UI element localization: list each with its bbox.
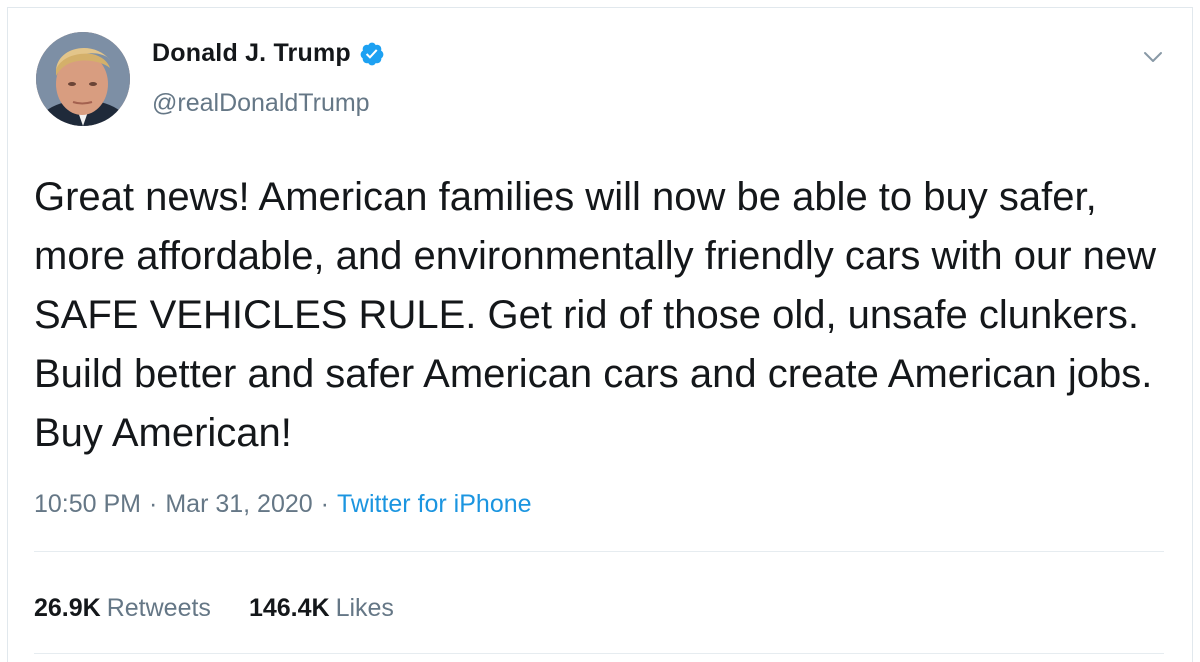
tweet-source-link[interactable]: Twitter for iPhone xyxy=(337,490,532,519)
likes-stat[interactable]: 146.4K Likes xyxy=(249,594,394,623)
divider xyxy=(34,653,1164,654)
tweet-text: Great news! American families will now b… xyxy=(34,175,1157,455)
chevron-down-icon[interactable] xyxy=(1140,44,1166,70)
avatar[interactable] xyxy=(36,32,130,126)
tweet-metadata: 10:50 PM · Mar 31, 2020 · Twitter for iP… xyxy=(34,490,532,519)
divider xyxy=(34,551,1164,552)
tweet-card: Donald J. Trump @realDonaldTrump Great n… xyxy=(7,7,1193,662)
display-name[interactable]: Donald J. Trump xyxy=(152,39,351,68)
tweet-stats: 26.9K Retweets 146.4K Likes xyxy=(34,594,394,623)
profile-photo-icon xyxy=(36,32,130,126)
tweet-time[interactable]: 10:50 PM xyxy=(34,490,141,519)
retweets-label: Retweets xyxy=(106,594,211,622)
likes-label: Likes xyxy=(335,594,394,622)
retweets-stat[interactable]: 26.9K Retweets xyxy=(34,594,211,623)
meta-separator: · xyxy=(149,490,158,518)
retweets-count: 26.9K xyxy=(34,594,101,622)
likes-count: 146.4K xyxy=(248,594,330,622)
tweet-date[interactable]: Mar 31, 2020 xyxy=(165,490,312,519)
meta-separator: · xyxy=(320,490,329,518)
user-handle[interactable]: @realDonaldTrump xyxy=(152,89,370,118)
user-name-row: Donald J. Trump xyxy=(152,39,385,68)
verified-badge-icon xyxy=(359,41,385,67)
